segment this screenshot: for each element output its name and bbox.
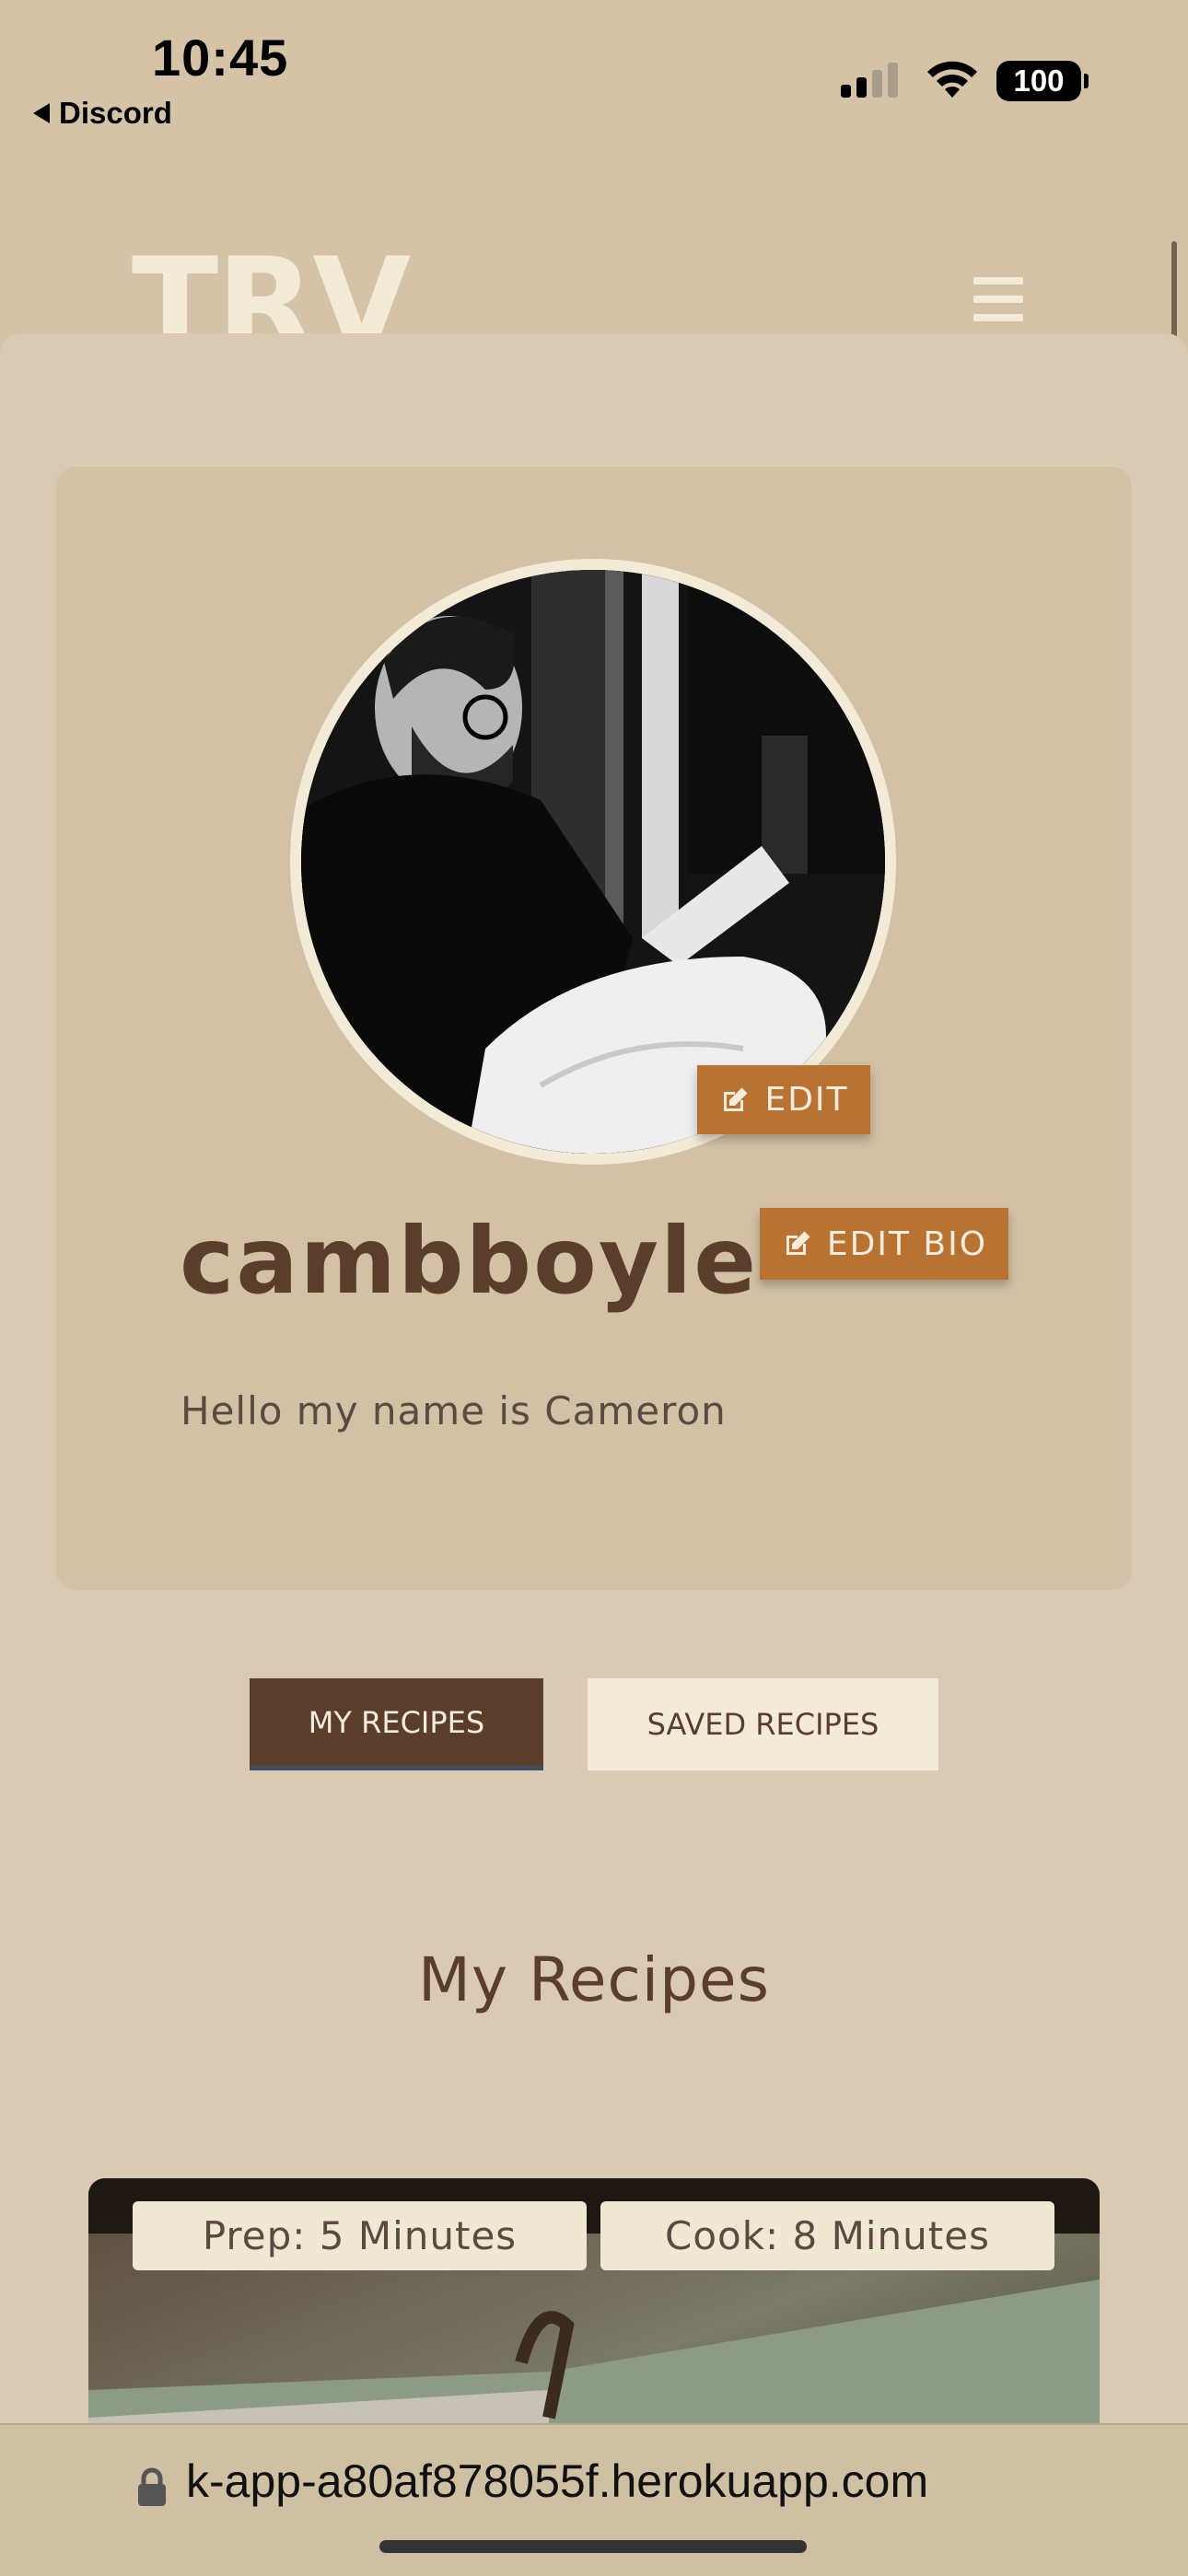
status-bar: 10:45 Discord 100 bbox=[0, 0, 1188, 147]
prep-time-badge: Prep: 5 Minutes bbox=[133, 2201, 587, 2270]
battery-icon: 100 bbox=[996, 61, 1089, 101]
cook-time-badge: Cook: 8 Minutes bbox=[600, 2201, 1054, 2270]
profile-bio: Hello my name is Cameron bbox=[181, 1388, 727, 1433]
section-title: My Recipes bbox=[418, 1944, 770, 2015]
back-to-app-link[interactable]: Discord bbox=[33, 96, 172, 131]
cellular-signal-icon bbox=[841, 61, 898, 98]
edit-bio-label: EDIT BIO bbox=[826, 1224, 988, 1263]
profile-username: cambboyle bbox=[180, 1207, 759, 1315]
back-app-label: Discord bbox=[59, 96, 172, 130]
lock-icon bbox=[138, 2467, 166, 2506]
status-time: 10:45 bbox=[152, 29, 289, 87]
edit-photo-label: EDIT bbox=[764, 1081, 849, 1119]
tab-saved-recipes[interactable]: SAVED RECIPES bbox=[588, 1678, 938, 1770]
hamburger-menu-icon[interactable] bbox=[973, 277, 1023, 321]
wifi-icon bbox=[927, 61, 977, 98]
tab-my-recipes[interactable]: MY RECIPES bbox=[250, 1678, 543, 1770]
edit-photo-button[interactable]: EDIT bbox=[697, 1065, 870, 1134]
back-arrow-icon bbox=[33, 103, 50, 123]
browser-url[interactable]: k-app-a80af878055f.herokuapp.com bbox=[186, 2454, 928, 2508]
edit-bio-button[interactable]: EDIT BIO bbox=[760, 1208, 1008, 1280]
home-indicator[interactable] bbox=[379, 2540, 807, 2553]
edit-icon bbox=[724, 1087, 748, 1111]
edit-icon bbox=[786, 1231, 810, 1255]
